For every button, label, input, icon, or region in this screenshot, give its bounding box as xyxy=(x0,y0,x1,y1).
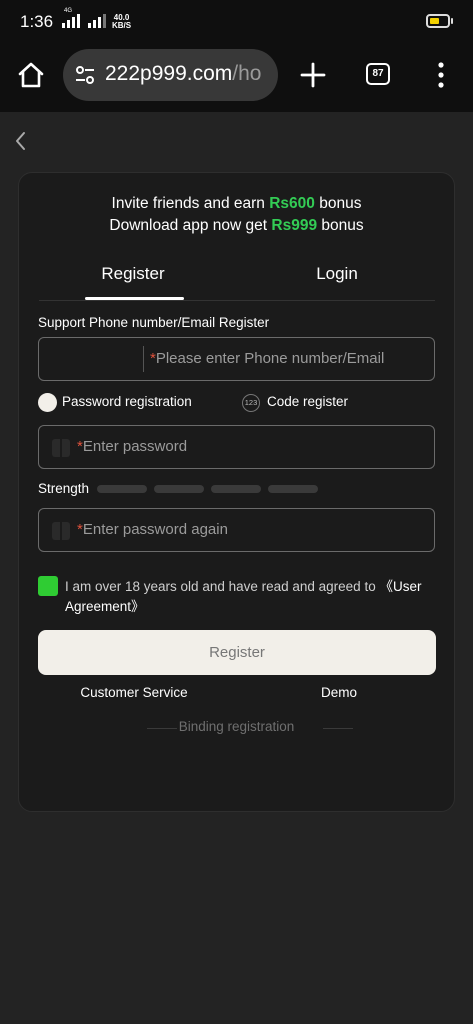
registration-method: Password registration 123 Code register xyxy=(38,392,438,414)
banner-line-2: Download app now get Rs999 bonus xyxy=(19,215,454,237)
confirm-password-field[interactable]: *Enter password again xyxy=(38,508,435,552)
bonus-banner: Invite friends and earn Rs600 bonus Down… xyxy=(19,193,454,237)
tab-register[interactable]: Register xyxy=(83,264,183,284)
code-register-label[interactable]: Code register xyxy=(267,394,348,409)
strength-label: Strength xyxy=(38,481,90,496)
signal-indicators xyxy=(62,14,106,28)
confirm-password-placeholder-text: Enter password again xyxy=(82,521,228,538)
strength-bar-2 xyxy=(154,485,204,493)
auth-card: Invite friends and earn Rs600 bonus Down… xyxy=(18,172,455,812)
phone-email-placeholder: *Please enter Phone number/Email xyxy=(150,350,384,367)
banner-line-1: Invite friends and earn Rs600 bonus xyxy=(19,193,454,215)
field-divider xyxy=(143,346,144,372)
banner-line-2-text: Download app now get xyxy=(109,217,272,234)
password-field[interactable]: *Enter password xyxy=(38,425,435,469)
password-placeholder: *Enter password xyxy=(77,438,187,455)
strength-bar-4 xyxy=(268,485,318,493)
status-bar: 1:36 4G 40.0 KB/S xyxy=(0,0,473,44)
password-placeholder-text: Enter password xyxy=(82,438,188,455)
battery-icon xyxy=(426,14,450,28)
register-button[interactable]: Register xyxy=(38,630,436,675)
battery-tip xyxy=(451,18,453,24)
lock-icon xyxy=(52,522,70,540)
tune-icon[interactable] xyxy=(75,65,95,85)
banner-line-1-text: Invite friends and earn xyxy=(111,195,270,212)
customer-service-link[interactable]: Customer Service xyxy=(69,685,199,700)
chevron-left-icon[interactable] xyxy=(12,130,30,152)
phone-email-placeholder-text: Please enter Phone number/Email xyxy=(155,350,385,367)
lock-icon xyxy=(52,439,70,457)
tab-divider xyxy=(39,300,435,301)
home-icon[interactable] xyxy=(16,60,46,90)
signal-icon xyxy=(62,14,80,28)
confirm-password-placeholder: *Enter password again xyxy=(77,521,228,538)
url-domain: 222p999.com xyxy=(105,62,233,85)
signal-icon-secondary xyxy=(88,14,106,28)
demo-link[interactable]: Demo xyxy=(299,685,379,700)
banner-line-2-suffix: bonus xyxy=(317,217,364,234)
network-speed: 40.0 KB/S xyxy=(112,14,131,30)
status-time: 1:36 xyxy=(20,12,54,31)
binding-registration-link[interactable]: Binding registration xyxy=(19,719,454,734)
password-registration-label[interactable]: Password registration xyxy=(62,394,192,409)
speed-unit: KB/S xyxy=(112,21,132,30)
code-register-icon[interactable]: 123 xyxy=(242,394,260,412)
agreement-text-body: I am over 18 years old and have read and… xyxy=(65,579,380,594)
banner-line-1-suffix: bonus xyxy=(314,195,362,212)
browser-toolbar: 222p999.com/ho 87 xyxy=(0,44,473,112)
network-type: 4G xyxy=(64,8,73,14)
register-section-label: Support Phone number/Email Register xyxy=(38,315,270,330)
bonus-amount-1: Rs600 xyxy=(269,195,315,212)
bonus-amount-2: Rs999 xyxy=(271,217,318,234)
url-text: 222p999.com/ho xyxy=(105,62,261,86)
agreement-text: I am over 18 years old and have read and… xyxy=(65,577,440,617)
new-tab-plus-icon[interactable] xyxy=(299,61,327,89)
password-registration-radio[interactable] xyxy=(38,393,57,412)
menu-dots-icon[interactable] xyxy=(436,62,446,88)
address-bar[interactable]: 222p999.com/ho xyxy=(63,49,278,101)
strength-bar-3 xyxy=(211,485,261,493)
tab-login[interactable]: Login xyxy=(287,264,387,284)
tab-count: 87 xyxy=(372,68,384,79)
strength-bar-1 xyxy=(97,485,147,493)
url-path: /ho xyxy=(232,62,262,85)
phone-email-field[interactable]: *Please enter Phone number/Email xyxy=(38,337,435,381)
agreement-checkbox[interactable] xyxy=(38,576,58,596)
tabs-icon[interactable]: 87 xyxy=(366,63,390,85)
